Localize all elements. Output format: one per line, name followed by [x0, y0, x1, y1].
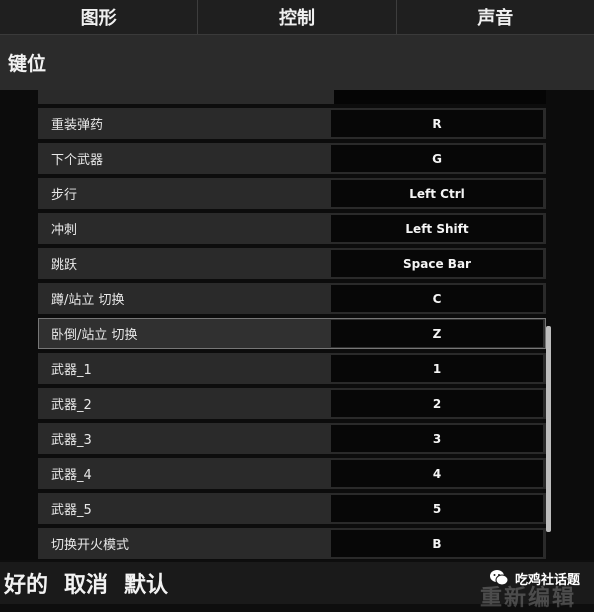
keybinding-key-button[interactable]: C	[331, 285, 543, 312]
tab-sound[interactable]: 声音	[397, 0, 594, 34]
tab-graphics[interactable]: 图形	[0, 0, 199, 34]
keybinding-row[interactable]: 武器_3 3	[38, 423, 546, 454]
keybinding-key-button[interactable]: Z	[331, 320, 543, 347]
keybinding-row[interactable]: 武器_5 5	[38, 493, 546, 524]
keybinding-action-label: 蹲/站立 切换	[51, 293, 125, 308]
keybinding-row[interactable]: 冲刺 Left Shift	[38, 213, 546, 244]
keybinding-action-label: 重装弹药	[51, 118, 104, 133]
keybinding-key-button[interactable]: 2	[331, 390, 543, 417]
tab-controls[interactable]: 控制	[198, 0, 397, 34]
keybinding-action-label: 冲刺	[51, 223, 78, 238]
keybinding-list[interactable]: 重装弹药 R 下个武器 G 步行 Left Ctrl 冲刺 Left Shift 跳跃 Space…	[0, 90, 594, 560]
keybinding-action-label: 切换开火模式	[51, 538, 130, 553]
keybinding-row[interactable]: 重装弹药 R	[38, 108, 546, 139]
default-button[interactable]: 默认	[124, 567, 168, 599]
keybinding-action-label: 跳跃	[51, 258, 78, 273]
keybinding-row[interactable]: 武器_1 1	[38, 353, 546, 384]
ok-button[interactable]: 好的	[4, 567, 48, 599]
keybinding-action-label: 武器_2	[51, 398, 92, 413]
keybinding-action-label: 武器_1	[51, 363, 92, 378]
keybinding-row[interactable]: 下个武器 G	[38, 143, 546, 174]
scrollbar-thumb[interactable]	[546, 326, 551, 532]
keybinding-action-label: 下个武器	[51, 153, 104, 168]
keybinding-key-button[interactable]: 3	[331, 425, 543, 452]
cancel-button[interactable]: 取消	[64, 567, 108, 599]
keybinding-row[interactable]: 切换开火模式 B	[38, 528, 546, 559]
keybinding-action-label: 武器_3	[51, 433, 92, 448]
keybinding-row[interactable]: 武器_2 2	[38, 388, 546, 419]
keybinding-row[interactable]: 武器_4 4	[38, 458, 546, 489]
clipped-row	[38, 90, 546, 104]
keybinding-key-button[interactable]: 4	[331, 460, 543, 487]
keybinding-key-button[interactable]: Left Shift	[331, 215, 543, 242]
keybinding-key-button[interactable]: Left Ctrl	[331, 180, 543, 207]
keybinding-row[interactable]: 步行 Left Ctrl	[38, 178, 546, 209]
keybinding-action-label: 步行	[51, 188, 78, 203]
keybinding-row[interactable]: 卧倒/站立 切换 Z	[38, 318, 546, 349]
keybinding-key-button[interactable]: Space Bar	[331, 250, 543, 277]
keybinding-key-button[interactable]: 1	[331, 355, 543, 382]
watermark: 吃鸡社话题	[489, 568, 580, 588]
keybinding-key-button[interactable]: G	[331, 145, 543, 172]
tab-bar: 图形 控制 声音	[0, 0, 594, 35]
clipped-row-value	[334, 90, 546, 104]
section-header: 键位	[0, 35, 594, 90]
keybinding-key-button[interactable]: B	[331, 530, 543, 557]
keybinding-row[interactable]: 跳跃 Space Bar	[38, 248, 546, 279]
watermark-text: 吃鸡社话题	[514, 572, 580, 588]
keybinding-key-button[interactable]: 5	[331, 495, 543, 522]
keybinding-key-button[interactable]: R	[331, 110, 543, 137]
keybinding-action-label: 武器_4	[51, 468, 92, 483]
section-title: 键位	[8, 53, 47, 75]
keybinding-action-label: 卧倒/站立 切换	[51, 328, 138, 343]
keybinding-row[interactable]: 蹲/站立 切换 C	[38, 283, 546, 314]
keybinding-action-label: 武器_5	[51, 503, 92, 518]
keybinding-list-inner: 重装弹药 R 下个武器 G 步行 Left Ctrl 冲刺 Left Shift 跳跃 Space…	[38, 90, 546, 559]
wechat-icon	[489, 570, 509, 586]
